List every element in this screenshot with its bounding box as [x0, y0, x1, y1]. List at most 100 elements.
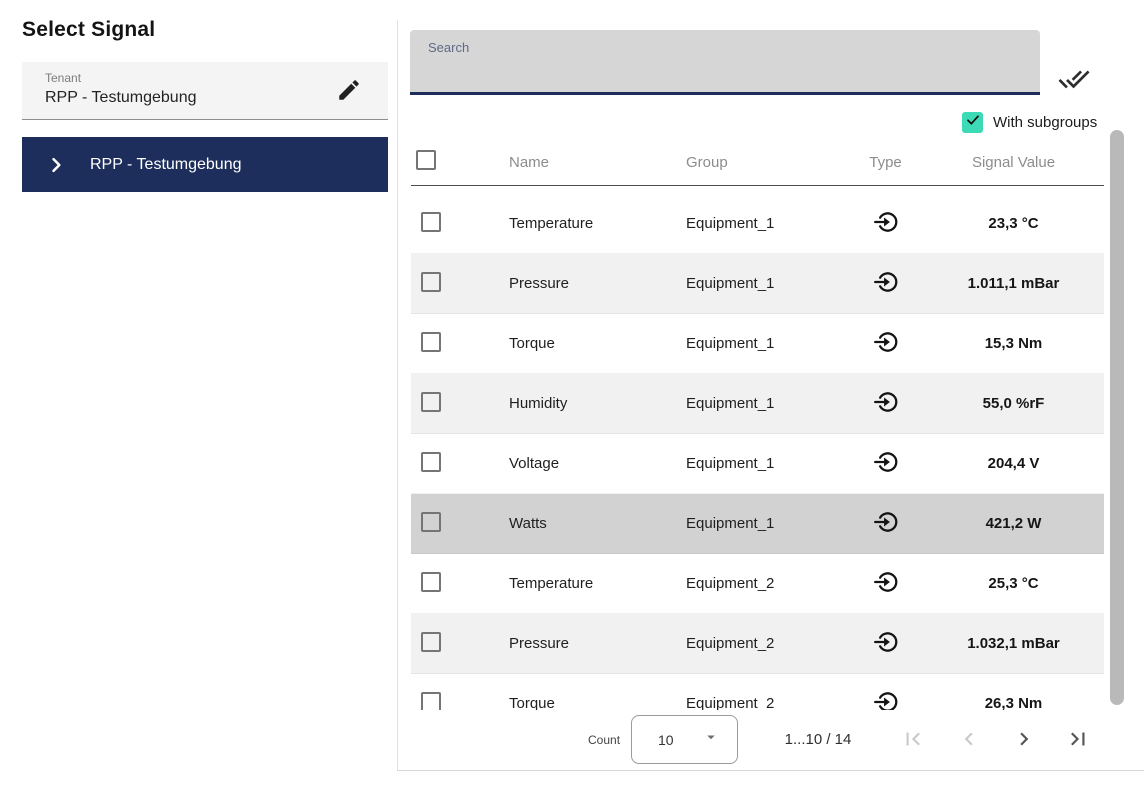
first-page-icon: [900, 740, 926, 755]
table-row[interactable]: Temperature Equipment_1 23,3 °C: [411, 194, 1104, 254]
signal-value: 1.011,1 mBar: [923, 275, 1104, 292]
signal-browser-panel: With subgroups Name Group Type Signal Va…: [397, 20, 1144, 771]
row-checkbox[interactable]: [421, 212, 441, 232]
signal-group: Equipment_1: [676, 275, 848, 292]
signal-group: Equipment_1: [676, 335, 848, 352]
tenant-field-label: Tenant: [45, 71, 81, 85]
row-checkbox[interactable]: [421, 332, 441, 352]
select-all-signals-button[interactable]: [1056, 62, 1092, 98]
table-row[interactable]: Watts Equipment_1 421,2 W: [411, 494, 1104, 554]
signal-type-cell: [848, 509, 923, 539]
last-page-icon: [1065, 740, 1091, 755]
table-row[interactable]: Voltage Equipment_1 204,4 V: [411, 434, 1104, 494]
tenant-field: Tenant RPP - Testumgebung: [22, 62, 388, 120]
first-page-button[interactable]: [899, 726, 927, 754]
signal-type-cell: [848, 329, 923, 359]
row-checkbox[interactable]: [421, 452, 441, 472]
pencil-icon: [336, 91, 362, 106]
table-row[interactable]: Pressure Equipment_1 1.011,1 mBar: [411, 254, 1104, 314]
next-page-button[interactable]: [1010, 726, 1038, 754]
signal-group: Equipment_1: [676, 395, 848, 412]
previous-page-button[interactable]: [955, 726, 983, 754]
input-signal-icon: [873, 582, 899, 599]
chevron-right-icon: [1011, 740, 1037, 755]
tree-item-label: RPP - Testumgebung: [90, 156, 242, 174]
column-header-name: Name: [499, 154, 676, 171]
input-signal-icon: [873, 222, 899, 239]
search-input[interactable]: [410, 30, 1040, 95]
signal-value: 55,0 %rF: [923, 395, 1104, 412]
signal-group: Equipment_1: [676, 515, 848, 532]
table-header: Name Group Type Signal Value: [411, 140, 1104, 186]
signal-type-cell: [848, 389, 923, 419]
table-row[interactable]: Pressure Equipment_2 1.032,1 mBar: [411, 614, 1104, 674]
with-subgroups-filter: With subgroups: [962, 111, 1097, 133]
count-label: Count: [588, 733, 620, 747]
signal-group: Equipment_2: [676, 695, 848, 710]
signal-value: 25,3 °C: [923, 575, 1104, 592]
table-row[interactable]: Torque Equipment_1 15,3 Nm: [411, 314, 1104, 374]
signal-group: Equipment_1: [676, 215, 848, 232]
signal-type-cell: [848, 209, 923, 239]
vertical-scrollbar-thumb[interactable]: [1110, 130, 1124, 705]
caret-down-icon: [702, 728, 720, 751]
row-checkbox[interactable]: [421, 572, 441, 592]
checkmark-icon: [965, 112, 981, 133]
signal-name: Humidity: [499, 395, 676, 412]
signal-group: Equipment_2: [676, 635, 848, 652]
signal-name: Pressure: [499, 275, 676, 292]
signal-type-cell: [848, 689, 923, 711]
tenant-field-value: RPP - Testumgebung: [45, 89, 197, 107]
input-signal-icon: [873, 702, 899, 711]
page-range-text: 1...10 / 14: [758, 731, 878, 748]
signal-value: 15,3 Nm: [923, 335, 1104, 352]
signal-name: Watts: [499, 515, 676, 532]
tree-item-tenant[interactable]: RPP - Testumgebung: [22, 137, 388, 192]
signal-value: 26,3 Nm: [923, 695, 1104, 710]
row-checkbox[interactable]: [421, 272, 441, 292]
signal-type-cell: [848, 269, 923, 299]
input-signal-icon: [873, 642, 899, 659]
signal-type-cell: [848, 449, 923, 479]
page-title: Select Signal: [22, 18, 155, 42]
column-header-group: Group: [676, 154, 848, 171]
input-signal-icon: [873, 522, 899, 539]
signal-value: 421,2 W: [923, 515, 1104, 532]
signal-type-cell: [848, 569, 923, 599]
input-signal-icon: [873, 282, 899, 299]
column-header-type: Type: [848, 154, 923, 171]
chevron-right-icon: [46, 155, 66, 175]
table-row[interactable]: Temperature Equipment_2 25,3 °C: [411, 554, 1104, 614]
signal-group: Equipment_1: [676, 455, 848, 472]
table-paginator: Count 10 1...10 / 14: [398, 710, 1144, 770]
signal-name: Torque: [499, 335, 676, 352]
signal-name: Pressure: [499, 635, 676, 652]
signal-name: Temperature: [499, 215, 676, 232]
signal-group: Equipment_2: [676, 575, 848, 592]
input-signal-icon: [873, 462, 899, 479]
signal-name: Torque: [499, 695, 676, 710]
row-checkbox[interactable]: [421, 392, 441, 412]
last-page-button[interactable]: [1064, 726, 1092, 754]
edit-tenant-button[interactable]: [334, 76, 364, 106]
row-checkbox[interactable]: [421, 512, 441, 532]
table-row[interactable]: Torque Equipment_2 26,3 Nm: [411, 674, 1104, 710]
signal-value: 23,3 °C: [923, 215, 1104, 232]
signal-value: 204,4 V: [923, 455, 1104, 472]
table-body: Temperature Equipment_1 23,3 °C Pressure…: [411, 194, 1104, 710]
signal-name: Voltage: [499, 455, 676, 472]
select-all-checkbox[interactable]: [416, 150, 436, 170]
row-checkbox[interactable]: [421, 632, 441, 652]
row-checkbox[interactable]: [421, 692, 441, 711]
with-subgroups-label: With subgroups: [993, 114, 1097, 131]
with-subgroups-checkbox[interactable]: [962, 112, 983, 133]
table-row[interactable]: Humidity Equipment_1 55,0 %rF: [411, 374, 1104, 434]
input-signal-icon: [873, 402, 899, 419]
done-all-icon: [1058, 83, 1090, 98]
signal-value: 1.032,1 mBar: [923, 635, 1104, 652]
chevron-left-icon: [956, 740, 982, 755]
page-size-select[interactable]: 10: [631, 715, 738, 764]
signal-type-cell: [848, 629, 923, 659]
signal-name: Temperature: [499, 575, 676, 592]
page-size-value: 10: [658, 732, 674, 748]
